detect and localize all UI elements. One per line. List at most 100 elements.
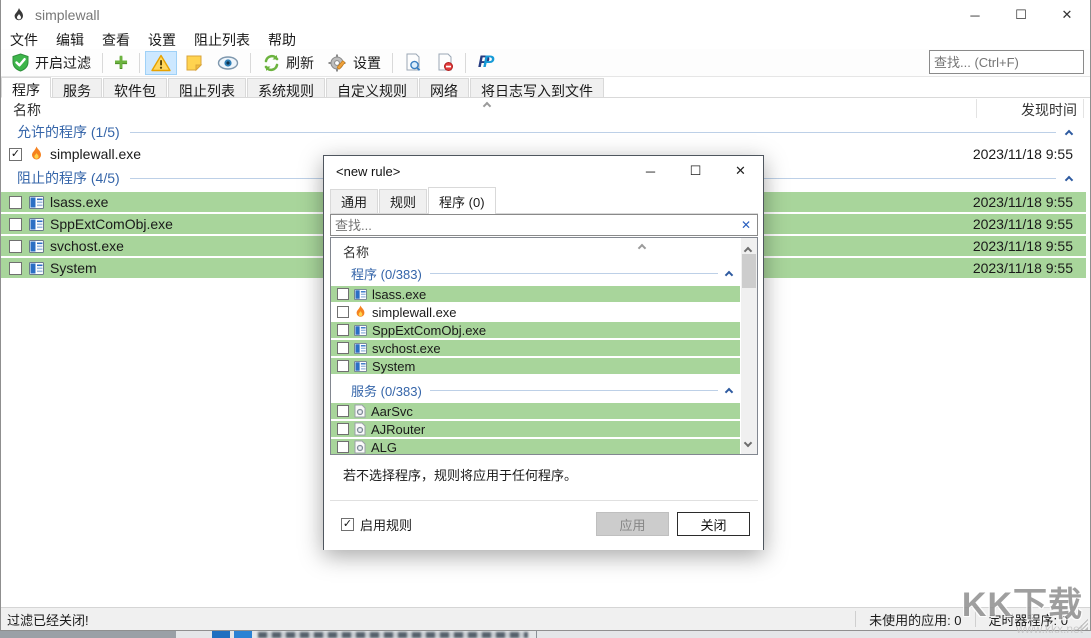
- menu-settings[interactable]: 设置: [139, 30, 185, 50]
- checkbox-unchecked[interactable]: [337, 360, 349, 372]
- checkbox-unchecked[interactable]: [9, 261, 22, 275]
- tab-custom-rules[interactable]: 自定义规则: [326, 78, 418, 99]
- dialog-row-sppextcomobj[interactable]: SppExtComObj.exe: [331, 322, 740, 338]
- group-line: [129, 131, 1056, 133]
- dialog-titlebar: <new rule> ─ ☐ ✕: [324, 156, 763, 186]
- close-button[interactable]: ✕: [1044, 0, 1090, 30]
- dialog-search-input[interactable]: [331, 217, 735, 233]
- checkbox-unchecked[interactable]: [337, 441, 349, 453]
- scroll-thumb[interactable]: [742, 254, 756, 288]
- row-time: 2023/11/18 9:55: [972, 260, 1073, 276]
- column-name[interactable]: 名称: [13, 100, 41, 120]
- checkbox-unchecked[interactable]: [9, 239, 22, 253]
- dialog-row-alg[interactable]: ALG: [331, 439, 740, 454]
- list-column-header: 名称 发现时间: [1, 99, 1090, 118]
- dialog-tab-programs[interactable]: 程序 (0): [428, 187, 496, 214]
- show-log-button[interactable]: [179, 51, 209, 75]
- dialog-footer: ✓ 启用规则 应用 关闭: [324, 501, 763, 550]
- checkbox-unchecked[interactable]: [9, 195, 22, 209]
- dialog-note-text: 若不选择程序，规则将应用于任何程序。: [343, 468, 578, 483]
- apply-button[interactable]: 应用: [596, 512, 669, 536]
- collapse-icon[interactable]: [724, 266, 734, 281]
- dialog-row-system[interactable]: System: [331, 358, 740, 374]
- clear-log-button[interactable]: [430, 50, 460, 75]
- column-discovery-time[interactable]: 发现时间: [1021, 100, 1077, 120]
- column-divider[interactable]: [976, 99, 977, 118]
- donate-paypal-button[interactable]: P P: [471, 51, 503, 75]
- dialog-search-clear-icon[interactable]: ✕: [735, 218, 757, 232]
- tab-write-log[interactable]: 将日志写入到文件: [470, 78, 604, 99]
- row-name: SppExtComObj.exe: [50, 216, 173, 232]
- main-search-input[interactable]: [930, 54, 1091, 70]
- application-icon: [29, 195, 44, 209]
- dialog-tab-general[interactable]: 通用: [330, 189, 379, 214]
- menu-help[interactable]: 帮助: [259, 30, 305, 50]
- menu-view[interactable]: 查看: [93, 30, 139, 50]
- collapse-icon[interactable]: [1064, 124, 1074, 140]
- main-search-box: ✕: [929, 50, 1091, 74]
- statusbar-divider: [855, 611, 857, 627]
- tab-system-rules[interactable]: 系统规则: [247, 78, 325, 99]
- toolbar-separator: [102, 52, 103, 73]
- refresh-button[interactable]: 刷新: [256, 50, 320, 76]
- add-rule-button[interactable]: +: [108, 50, 134, 75]
- dialog-row-svchost[interactable]: svchost.exe: [331, 340, 740, 356]
- dialog-programs-list: 名称 程序 (0/383) lsass.exe simplewall.exe S…: [330, 237, 758, 455]
- settings-button[interactable]: 设置: [322, 50, 387, 76]
- dialog-row-aarsvc[interactable]: AarSvc: [331, 403, 740, 419]
- resize-grip[interactable]: [1074, 616, 1088, 630]
- tab-packages[interactable]: 软件包: [103, 78, 167, 99]
- refresh-icon: [262, 54, 281, 72]
- group-line: [429, 273, 718, 274]
- flame-app-icon: [11, 7, 27, 23]
- row-name: simplewall.exe: [372, 304, 457, 320]
- dialog-tab-rule[interactable]: 规则: [379, 189, 428, 214]
- menu-file[interactable]: 文件: [1, 30, 47, 50]
- enable-rule-option[interactable]: ✓ 启用规则: [341, 515, 412, 534]
- enable-filter-button[interactable]: 开启过滤: [5, 50, 97, 76]
- dialog-maximize-button[interactable]: ☐: [673, 156, 718, 186]
- show-notifications-button[interactable]: [145, 50, 178, 75]
- collapse-icon[interactable]: [724, 383, 734, 398]
- close-dialog-button[interactable]: 关闭: [677, 512, 750, 536]
- dialog-group-services[interactable]: 服务 (0/383): [331, 382, 740, 399]
- eye-icon-button[interactable]: [211, 52, 245, 74]
- service-icon: [354, 404, 366, 418]
- menu-edit[interactable]: 编辑: [47, 30, 93, 50]
- checkbox-checked[interactable]: ✓: [341, 518, 354, 531]
- checkbox-unchecked[interactable]: [9, 217, 22, 231]
- dialog-scrollbar[interactable]: [741, 238, 757, 454]
- find-in-log-button[interactable]: [398, 50, 428, 75]
- column-divider[interactable]: [1083, 99, 1084, 118]
- application-icon: [354, 342, 367, 354]
- menu-blocklist[interactable]: 阻止列表: [185, 30, 259, 50]
- refresh-label: 刷新: [286, 54, 315, 71]
- checkbox-unchecked[interactable]: [337, 288, 349, 300]
- checkbox-checked[interactable]: ✓: [9, 147, 22, 161]
- dialog-close-button[interactable]: ✕: [718, 156, 763, 186]
- collapse-icon[interactable]: [1064, 170, 1074, 186]
- tab-blocklist[interactable]: 阻止列表: [168, 78, 246, 99]
- tab-services[interactable]: 服务: [52, 78, 102, 99]
- checkbox-unchecked[interactable]: [337, 306, 349, 318]
- group-allowed-programs[interactable]: 允许的程序 (1/5): [1, 122, 1086, 142]
- row-time: 2023/11/18 9:55: [972, 146, 1073, 162]
- tab-programs[interactable]: 程序: [1, 77, 51, 98]
- flame-icon: [354, 305, 367, 319]
- dialog-group-programs[interactable]: 程序 (0/383): [331, 265, 740, 282]
- dialog-column-name[interactable]: 名称: [343, 242, 369, 261]
- minimize-button[interactable]: ─: [952, 0, 998, 30]
- dialog-row-ajrouter[interactable]: AJRouter: [331, 421, 740, 437]
- dialog-row-lsass[interactable]: lsass.exe: [331, 286, 740, 302]
- dialog-tabs: 通用 规则 程序 (0): [330, 187, 497, 214]
- checkbox-unchecked[interactable]: [337, 405, 349, 417]
- maximize-button[interactable]: ☐: [998, 0, 1044, 30]
- dialog-row-simplewall[interactable]: simplewall.exe: [331, 304, 740, 320]
- row-name: AJRouter: [371, 421, 426, 437]
- scroll-down-icon[interactable]: [743, 433, 753, 449]
- dialog-minimize-button[interactable]: ─: [628, 156, 673, 186]
- checkbox-unchecked[interactable]: [337, 423, 349, 435]
- checkbox-unchecked[interactable]: [337, 342, 349, 354]
- tab-network[interactable]: 网络: [419, 78, 469, 99]
- checkbox-unchecked[interactable]: [337, 324, 349, 336]
